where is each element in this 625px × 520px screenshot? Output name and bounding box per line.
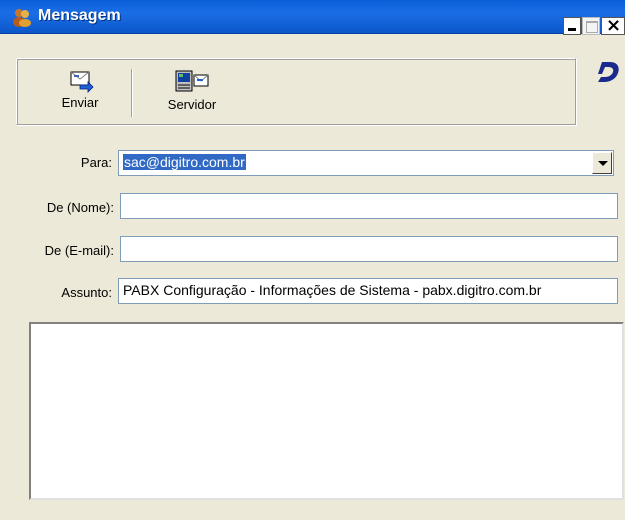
window-title: Mensagem <box>38 7 121 24</box>
para-value: sac@digitro.com.br <box>123 154 246 170</box>
title-bar[interactable]: Mensagem × <box>0 0 625 36</box>
send-button[interactable]: Enviar <box>35 63 125 121</box>
para-select[interactable]: sac@digitro.com.br <box>118 150 614 176</box>
close-icon: × <box>606 15 622 36</box>
de-email-label: De (E-mail): <box>44 243 114 258</box>
toolbar: Enviar Servidor <box>16 58 576 125</box>
de-nome-label: De (Nome): <box>46 200 114 215</box>
app-people-icon <box>13 9 31 27</box>
server-computer-icon <box>175 70 209 92</box>
assunto-input[interactable]: PABX Configuração - Informações de Siste… <box>118 278 618 304</box>
minimize-button[interactable] <box>563 17 581 35</box>
server-button-label: Servidor <box>167 97 217 112</box>
message-body-textarea[interactable] <box>29 322 624 500</box>
server-button[interactable]: Servidor <box>147 63 237 121</box>
toolbar-separator <box>131 69 133 117</box>
para-label: Para: <box>80 155 112 170</box>
digitro-logo-icon <box>598 62 619 82</box>
de-email-input[interactable] <box>120 236 618 262</box>
envelope-send-icon <box>70 71 94 93</box>
close-button[interactable]: × <box>601 15 625 36</box>
chevron-down-icon[interactable] <box>592 152 612 174</box>
send-button-label: Enviar <box>61 95 99 110</box>
de-nome-input[interactable] <box>120 193 618 219</box>
assunto-label: Assunto: <box>61 285 112 300</box>
maximize-button[interactable] <box>582 17 600 35</box>
